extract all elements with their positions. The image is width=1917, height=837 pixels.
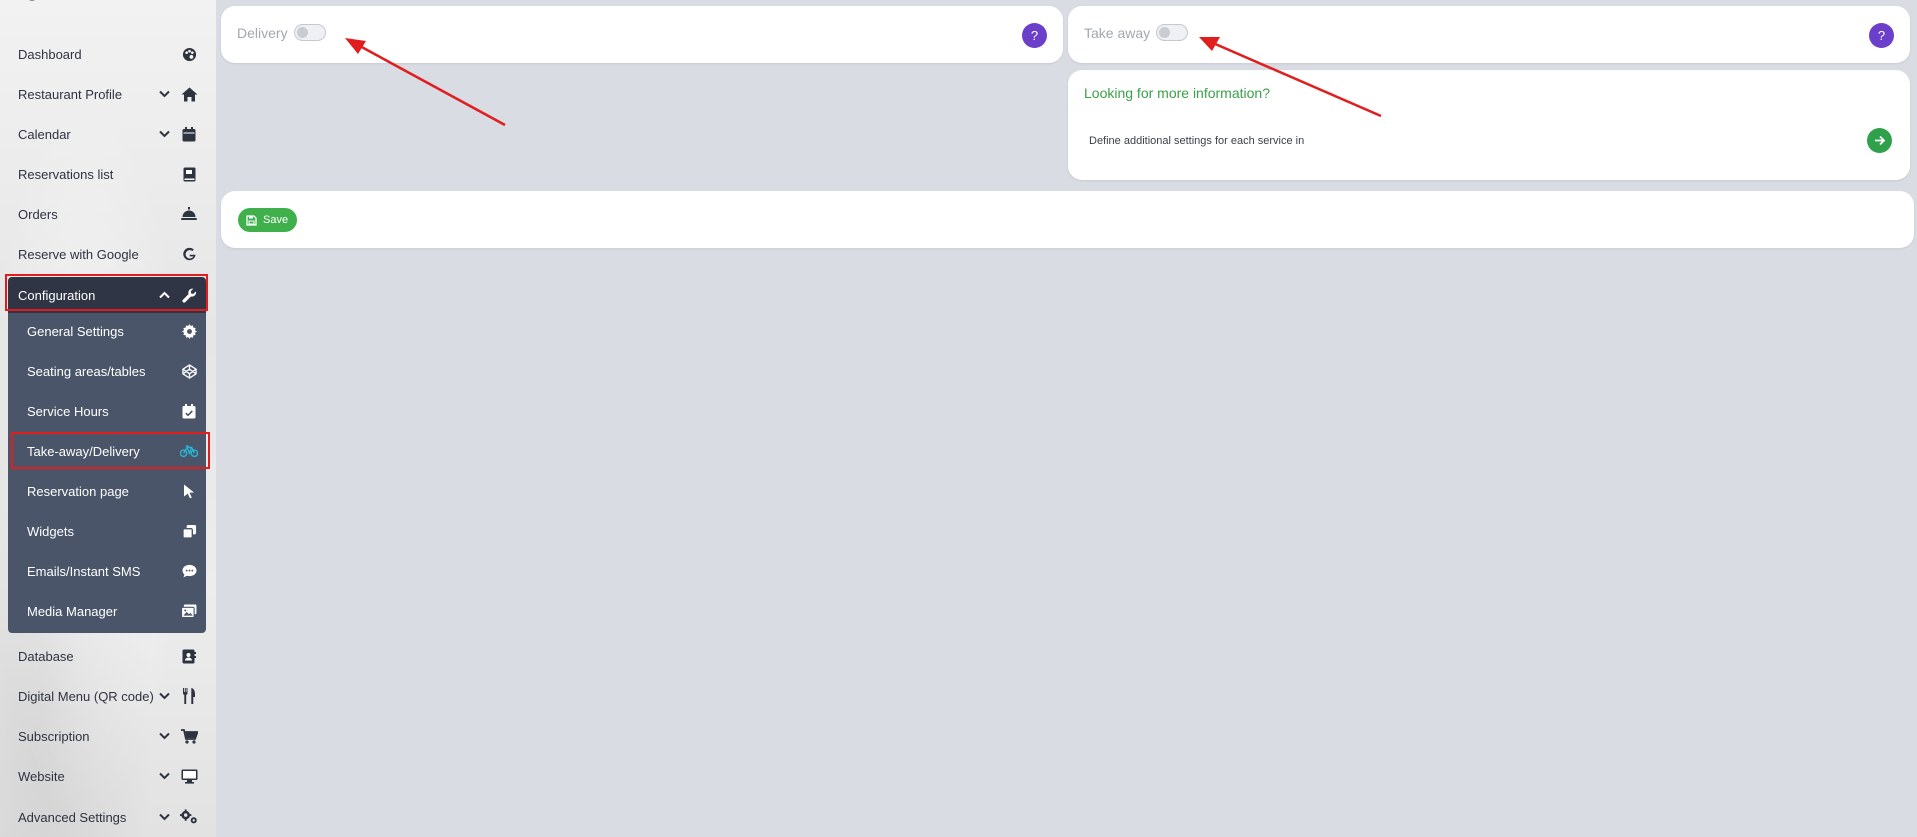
sidebar: Dashboard Restaurant Profile Calendar Re… — [0, 0, 216, 837]
sidebar-item-reservations-list[interactable]: Reservations list — [8, 156, 206, 192]
images-icon — [180, 602, 198, 620]
gear-icon — [180, 322, 198, 340]
home-icon — [180, 85, 198, 103]
arrow-right-icon — [1874, 135, 1885, 146]
sidebar-item-restaurant-profile[interactable]: Restaurant Profile — [8, 76, 206, 112]
sidebar-item-reserve-with-google[interactable]: Reserve with Google — [8, 236, 206, 272]
sidebar-item-label: Service Hours — [27, 403, 109, 419]
google-icon — [180, 245, 198, 263]
wrench-icon — [180, 286, 198, 304]
sidebar-item-website[interactable]: Website — [8, 758, 206, 794]
sidebar-item-label: Website — [18, 768, 65, 784]
chevron-down-icon[interactable] — [158, 730, 170, 742]
chevron-up-icon[interactable] — [158, 289, 170, 301]
delivery-help-button[interactable]: ? — [1022, 23, 1047, 48]
palette-icon — [180, 45, 198, 63]
sidebar-item-service-hours[interactable]: Service Hours — [8, 393, 206, 429]
question-icon: ? — [1030, 28, 1039, 43]
sidebar-item-label: Reservations list — [18, 166, 114, 182]
sidebar-item-label: Configuration — [18, 287, 96, 303]
configuration-submenu: General Settings Seating areas/tables Se… — [8, 313, 206, 633]
delivery-label: Delivery — [237, 24, 288, 41]
sidebar-item-label: Restaurant Profile — [18, 86, 123, 102]
chat-icon — [180, 562, 198, 580]
sidebar-item-digital-menu[interactable]: Digital Menu (QR code) — [8, 678, 206, 714]
delivery-toggle[interactable] — [293, 24, 326, 41]
sidebar-item-calendar[interactable]: Calendar — [8, 116, 206, 152]
monitor-icon — [180, 767, 198, 785]
sidebar-item-reservation-page[interactable]: Reservation page — [8, 473, 206, 509]
delivery-card: Delivery ? — [221, 6, 1063, 63]
calendar-icon — [180, 125, 198, 143]
bicycle-icon — [180, 442, 198, 460]
sidebar-item-label: Emails/Instant SMS — [27, 563, 141, 579]
sidebar-item-seating-areas[interactable]: Seating areas/tables — [8, 353, 206, 389]
sidebar-item-label: Orders — [18, 206, 58, 222]
sidebar-item-label: Reserve with Google — [18, 246, 139, 262]
sidebar-item-widgets[interactable]: Widgets — [8, 513, 206, 549]
sidebar-item-label: Dashboard — [18, 46, 82, 62]
delivery-toggle-row: Delivery — [237, 24, 326, 41]
info-card: Looking for more information? Define add… — [1068, 70, 1910, 180]
chevron-down-icon[interactable] — [158, 128, 170, 140]
toggle-knob — [1159, 27, 1171, 38]
clone-icon — [180, 522, 198, 540]
sidebar-item-label: General Settings — [27, 323, 124, 339]
sidebar-item-label: Take-away/Delivery — [27, 443, 140, 459]
take-away-label: Take away — [1084, 24, 1151, 41]
take-away-help-button[interactable]: ? — [1869, 23, 1894, 48]
sidebar-item-database[interactable]: Database — [8, 638, 206, 674]
sidebar-item-emails-instant-sms[interactable]: Emails/Instant SMS — [8, 553, 206, 589]
sidebar-item-label: Advanced Settings — [18, 809, 127, 825]
info-title: Looking for more information? — [1084, 85, 1270, 101]
chevron-down-icon[interactable] — [158, 770, 170, 782]
save-card: Save — [221, 191, 1914, 248]
sidebar-item-advanced-settings[interactable]: Advanced Settings — [8, 799, 206, 835]
user-icon — [29, 0, 35, 1]
sidebar-item-label: Media Manager — [27, 603, 118, 619]
take-away-toggle-row: Take away — [1084, 24, 1189, 41]
sidebar-item-label: Widgets — [27, 523, 74, 539]
book-icon — [180, 165, 198, 183]
sidebar-item-media-manager[interactable]: Media Manager — [8, 593, 206, 629]
save-button-label: Save — [263, 214, 289, 226]
cursor-icon — [180, 482, 198, 500]
sidebar-item-dashboard[interactable]: Dashboard — [8, 36, 206, 72]
save-button[interactable]: Save — [238, 208, 298, 232]
take-away-toggle[interactable] — [1156, 24, 1189, 41]
info-text: Define additional settings for each serv… — [1089, 135, 1305, 147]
take-away-card: Take away ? — [1068, 6, 1910, 63]
cart-icon — [180, 727, 198, 745]
sidebar-item-label: Digital Menu (QR code) — [18, 688, 154, 704]
utensils-icon — [180, 687, 198, 705]
address-book-icon — [180, 647, 198, 665]
sidebar-item-general-settings[interactable]: General Settings — [8, 313, 206, 349]
sidebar-item-label: Reservation page — [27, 483, 129, 499]
chevron-down-icon[interactable] — [158, 811, 170, 823]
codepen-icon — [180, 362, 198, 380]
calendar-check-icon — [180, 402, 198, 420]
sidebar-item-label: Seating areas/tables — [27, 363, 146, 379]
gears-icon — [180, 808, 198, 826]
sidebar-item-label: Database — [18, 648, 74, 664]
sidebar-item-configuration[interactable]: Configuration — [8, 277, 206, 313]
sidebar-item-orders[interactable]: Orders — [8, 196, 206, 232]
chevron-down-icon[interactable] — [158, 690, 170, 702]
sidebar-item-take-away-delivery[interactable]: Take-away/Delivery — [8, 433, 206, 469]
sidebar-item-label: Calendar — [18, 126, 71, 142]
info-go-button[interactable] — [1867, 128, 1892, 153]
floppy-disk-icon — [246, 214, 257, 226]
sidebar-item-label: Subscription — [18, 728, 90, 744]
bell-service-icon — [180, 205, 198, 223]
toggle-knob — [296, 27, 308, 38]
chevron-down-icon[interactable] — [158, 88, 170, 100]
sidebar-item-subscription[interactable]: Subscription — [8, 718, 206, 754]
question-icon: ? — [1877, 28, 1886, 43]
